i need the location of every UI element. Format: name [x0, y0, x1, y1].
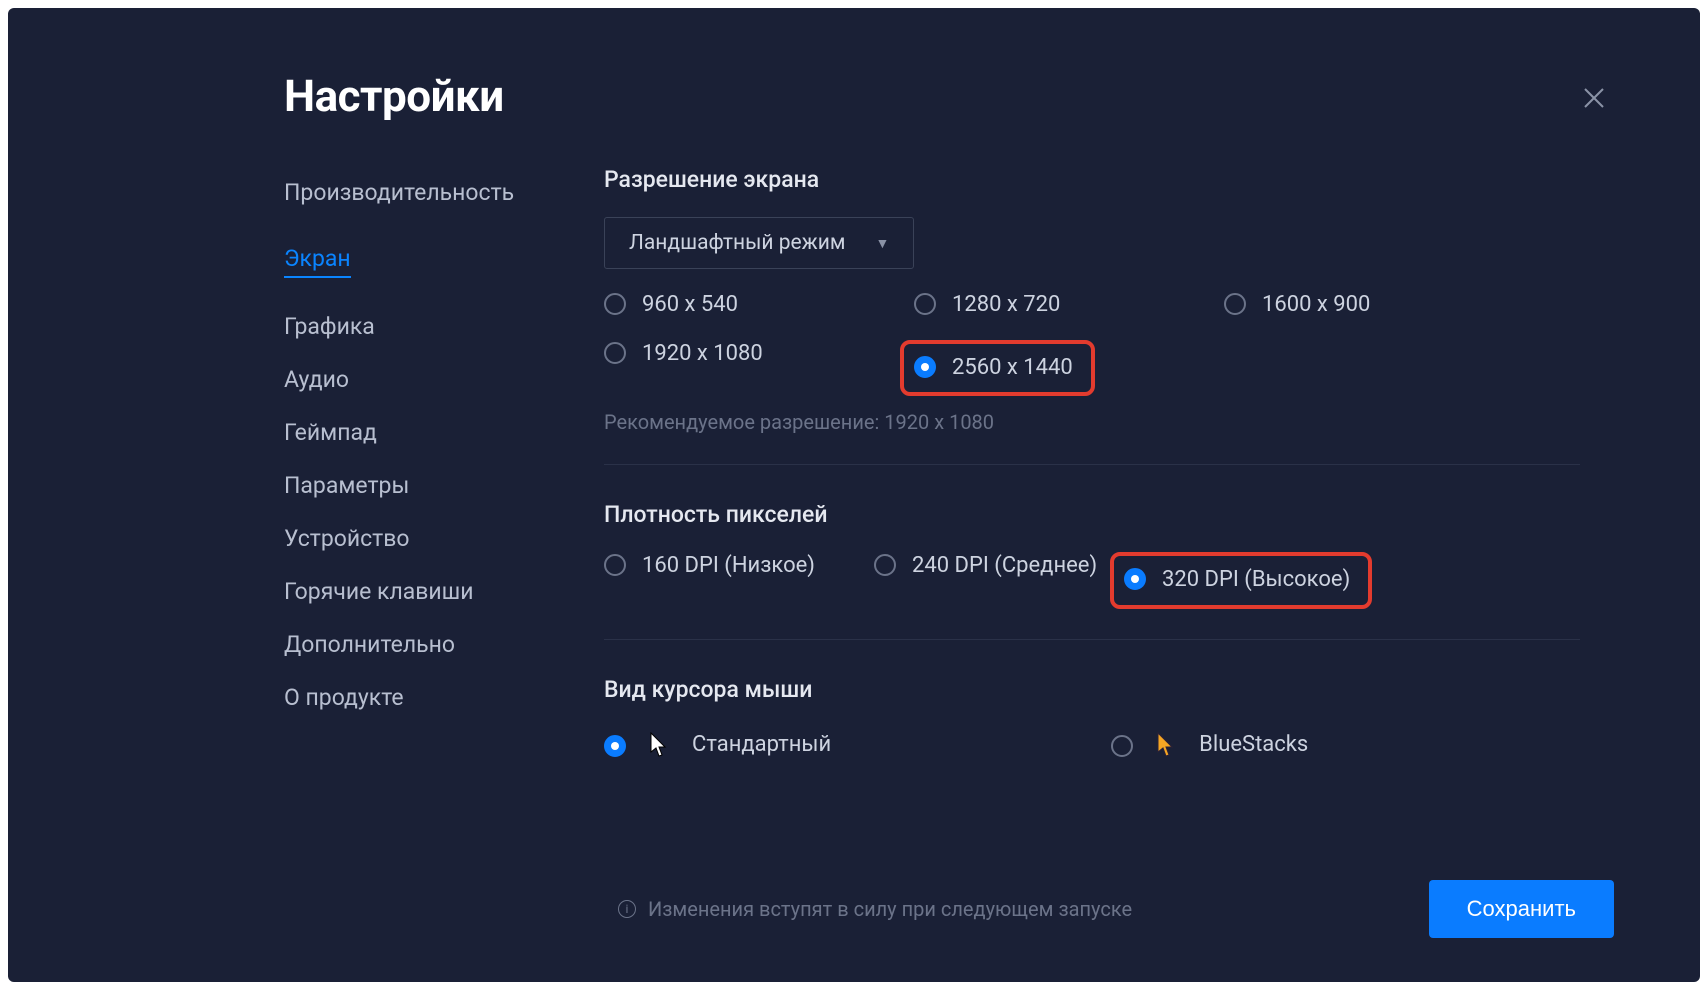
dpi-title: Плотность пикселей — [604, 501, 1580, 528]
footer-note-text: Изменения вступят в силу при следующем з… — [648, 897, 1132, 921]
highlight-box: 2560 x 1440 — [900, 340, 1095, 397]
resolution-radio-1920x1080[interactable]: 1920 x 1080 — [604, 340, 914, 397]
cursor-options: Стандартный BlueStacks — [604, 731, 1580, 760]
dpi-radio-320[interactable]: 320 DPI (Высокое) — [1124, 566, 1350, 595]
chevron-down-icon: ▼ — [875, 235, 889, 252]
sidebar-item-performance[interactable]: Производительность — [284, 166, 604, 219]
radio-label: 1280 x 720 — [952, 291, 1060, 320]
radio-label: Стандартный — [692, 731, 831, 760]
radio-label: 240 DPI (Среднее) — [912, 552, 1097, 581]
radio-icon — [914, 293, 936, 315]
dropdown-label: Ландшафтный режим — [629, 231, 845, 255]
cursor-standard-icon — [650, 732, 668, 758]
sidebar-item-device[interactable]: Устройство — [284, 512, 604, 565]
settings-window: Настройки Производительность Экран Графи… — [8, 8, 1700, 982]
sidebar-item-audio[interactable]: Аудио — [284, 353, 604, 406]
radio-icon — [1124, 568, 1146, 590]
cursor-bluestacks-icon — [1157, 732, 1175, 758]
resolution-radio-1600x900[interactable]: 1600 x 900 — [1224, 291, 1534, 320]
radio-label: 960 x 540 — [642, 291, 738, 320]
resolution-radio-960x540[interactable]: 960 x 540 — [604, 291, 914, 320]
close-icon — [1583, 87, 1605, 109]
info-icon: i — [618, 900, 636, 918]
resolution-radio-2560x1440[interactable]: 2560 x 1440 — [914, 354, 1073, 383]
resolution-options: 960 x 540 1280 x 720 1600 x 900 1920 x 1… — [604, 291, 1580, 396]
resolution-title: Разрешение экрана — [604, 166, 1580, 193]
dpi-radio-160[interactable]: 160 DPI (Низкое) — [604, 552, 874, 581]
radio-icon — [1224, 293, 1246, 315]
radio-icon — [914, 356, 936, 378]
footer-note: i Изменения вступят в силу при следующем… — [618, 897, 1132, 921]
cursor-radio-bluestacks[interactable]: BlueStacks — [1111, 731, 1308, 760]
close-button[interactable] — [1574, 78, 1614, 118]
radio-label: 1600 x 900 — [1262, 291, 1370, 320]
cursor-title: Вид курсора мыши — [604, 676, 1580, 703]
radio-label: 320 DPI (Высокое) — [1162, 566, 1350, 595]
dpi-radio-240[interactable]: 240 DPI (Среднее) — [874, 552, 1124, 581]
sidebar-item-advanced[interactable]: Дополнительно — [284, 618, 604, 671]
radio-icon — [874, 554, 896, 576]
radio-icon — [604, 342, 626, 364]
sidebar-item-hotkeys[interactable]: Горячие клавиши — [284, 565, 604, 618]
sidebar-item-about[interactable]: О продукте — [284, 671, 604, 724]
dpi-options: 160 DPI (Низкое) 240 DPI (Среднее) 320 D… — [604, 552, 1580, 609]
resolution-radio-1280x720[interactable]: 1280 x 720 — [914, 291, 1224, 320]
radio-label: 160 DPI (Низкое) — [642, 552, 815, 581]
resolution-mode-dropdown[interactable]: Ландшафтный режим ▼ — [604, 217, 914, 269]
radio-icon — [604, 293, 626, 315]
resolution-hint: Рекомендуемое разрешение: 1920 x 1080 — [604, 410, 1580, 434]
main-panel: Разрешение экрана Ландшафтный режим ▼ 96… — [604, 166, 1700, 880]
cursor-radio-standard[interactable]: Стандартный — [604, 731, 831, 760]
divider — [604, 464, 1580, 465]
sidebar: Производительность Экран Графика Аудио Г… — [284, 166, 604, 880]
divider — [604, 639, 1580, 640]
sidebar-item-graphics[interactable]: Графика — [284, 300, 604, 353]
page-title: Настройки — [284, 70, 504, 122]
save-button[interactable]: Сохранить — [1429, 880, 1614, 938]
sidebar-item-gamepad[interactable]: Геймпад — [284, 406, 604, 459]
sidebar-item-parameters[interactable]: Параметры — [284, 459, 604, 512]
radio-label: 2560 x 1440 — [952, 354, 1073, 383]
highlight-box: 320 DPI (Высокое) — [1110, 552, 1372, 609]
radio-icon — [1111, 735, 1133, 757]
radio-icon — [604, 554, 626, 576]
radio-icon — [604, 735, 626, 757]
radio-label: BlueStacks — [1199, 731, 1308, 760]
sidebar-item-screen[interactable]: Экран — [284, 232, 351, 278]
radio-label: 1920 x 1080 — [642, 340, 763, 369]
